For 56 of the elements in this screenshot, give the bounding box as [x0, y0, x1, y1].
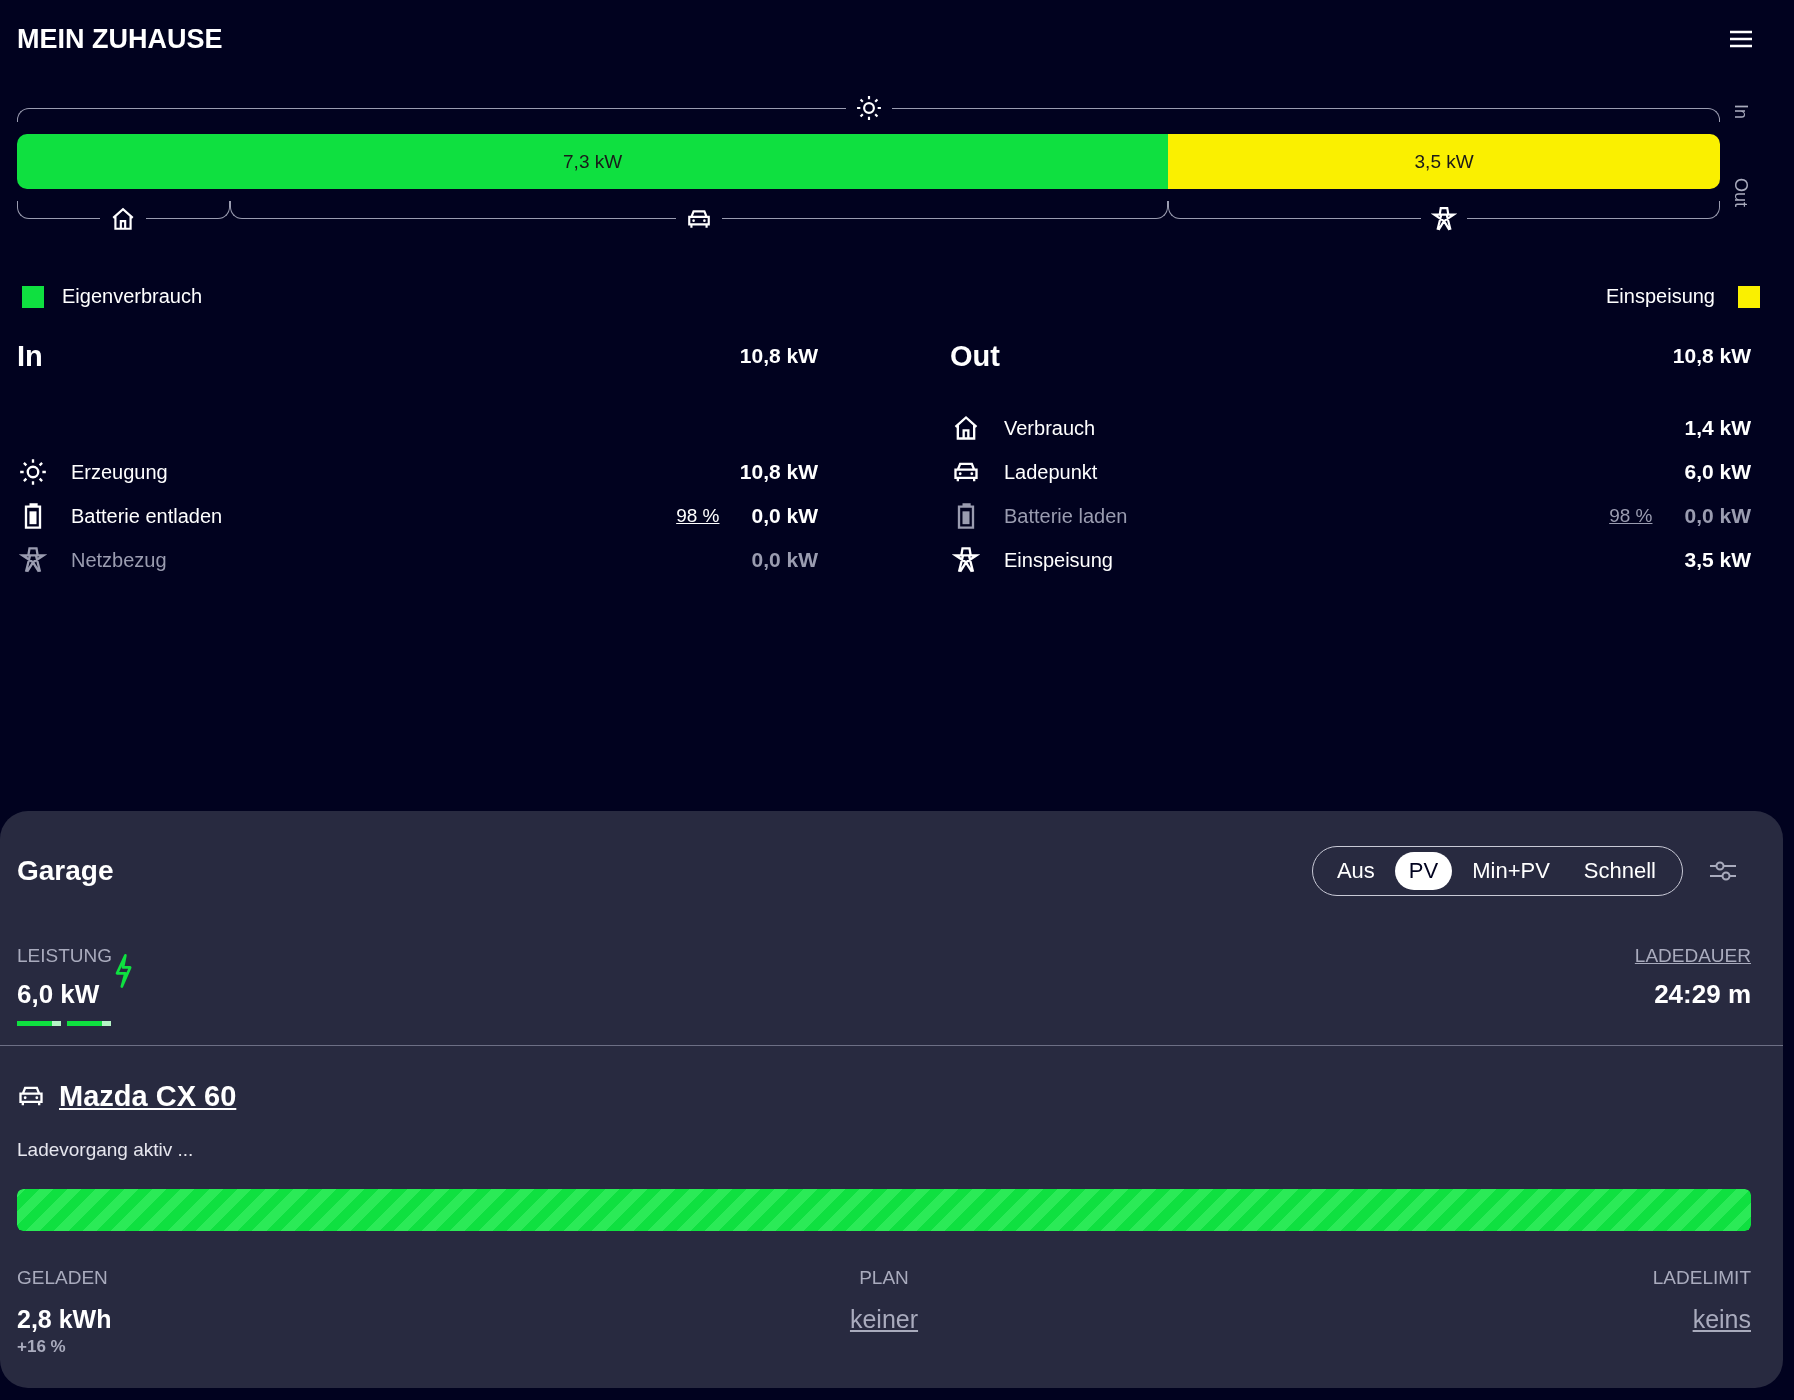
stat-value: 2,8 kWh	[17, 1304, 113, 1335]
stat-link[interactable]: keiner	[849, 1301, 919, 1337]
sun-icon	[19, 458, 47, 486]
row-label: Netzbezug	[71, 548, 168, 572]
row-label: Ladepunkt	[1004, 460, 1099, 484]
power-bar-segment: 3,5 kW	[1168, 134, 1720, 189]
section-title: In	[17, 339, 43, 373]
row-value: 0,0 kW	[751, 504, 818, 528]
duration-link[interactable]: LADEDAUER	[1634, 941, 1751, 971]
power-value: 6,0 kW	[17, 978, 100, 1011]
page-title: MEIN ZUHAUSE	[17, 23, 223, 55]
row-value: 10,8 kW	[739, 460, 818, 484]
legend-label: Eigenverbrauch	[62, 285, 203, 308]
power-tower-icon	[1431, 206, 1458, 232]
row-value: 6,0 kW	[1684, 460, 1751, 484]
row-label: Verbrauch	[1004, 416, 1097, 440]
status-text: Ladevorgang aktiv ...	[17, 1138, 195, 1162]
row-value: 3,5 kW	[1684, 548, 1751, 572]
row-value: 0,0 kW	[751, 548, 818, 572]
power-bar-segment: 7,3 kW	[17, 134, 1169, 189]
mode-tab[interactable]: Min+PV	[1458, 852, 1564, 890]
lightning-icon	[113, 953, 134, 989]
out-label: Out	[1730, 178, 1751, 207]
stat-label: LADELIMIT	[1652, 1267, 1751, 1289]
legend-label: Einspeisung	[1606, 285, 1715, 308]
phase-meter	[67, 1021, 111, 1026]
row-label: Batterie entladen	[71, 504, 224, 528]
power-label: LEISTUNG	[17, 944, 114, 968]
duration-value: 24:29 m	[1654, 978, 1751, 1011]
section-title: Out	[950, 339, 1000, 373]
sun-icon	[855, 95, 882, 121]
row-value: 1,4 kW	[1684, 416, 1751, 440]
mode-tab[interactable]: Schnell	[1569, 852, 1670, 890]
in-label: In	[1730, 104, 1751, 119]
phase-meter	[17, 1021, 61, 1026]
settings-icon[interactable]	[1709, 859, 1737, 883]
menu-icon[interactable]	[1730, 30, 1752, 48]
battery-percent-link[interactable]: 98 %	[676, 505, 720, 527]
stat-label: GELADEN	[17, 1267, 109, 1289]
total-value: 10,8 kW	[1672, 344, 1751, 368]
row-value: 0,0 kW	[1684, 504, 1751, 528]
stat-link[interactable]: keins	[1692, 1301, 1751, 1337]
vehicle-name-link[interactable]: Mazda CX 60	[59, 1079, 237, 1113]
power-tower-icon	[19, 546, 47, 574]
row-label: Einspeisung	[1004, 548, 1114, 572]
power-tower-icon	[952, 546, 980, 574]
row-label: Erzeugung	[71, 460, 169, 484]
total-value: 10,8 kW	[739, 344, 818, 368]
row-label: Batterie laden	[1004, 504, 1129, 528]
house-icon	[952, 414, 980, 442]
stat-label: PLAN	[859, 1267, 909, 1289]
stat-subvalue: +16 %	[17, 1337, 67, 1357]
card-title: Garage	[17, 855, 115, 887]
mode-tab[interactable]: PV	[1394, 852, 1453, 890]
mode-tab[interactable]: Aus	[1322, 852, 1389, 890]
battery-percent-link[interactable]: 98 %	[1609, 505, 1653, 527]
